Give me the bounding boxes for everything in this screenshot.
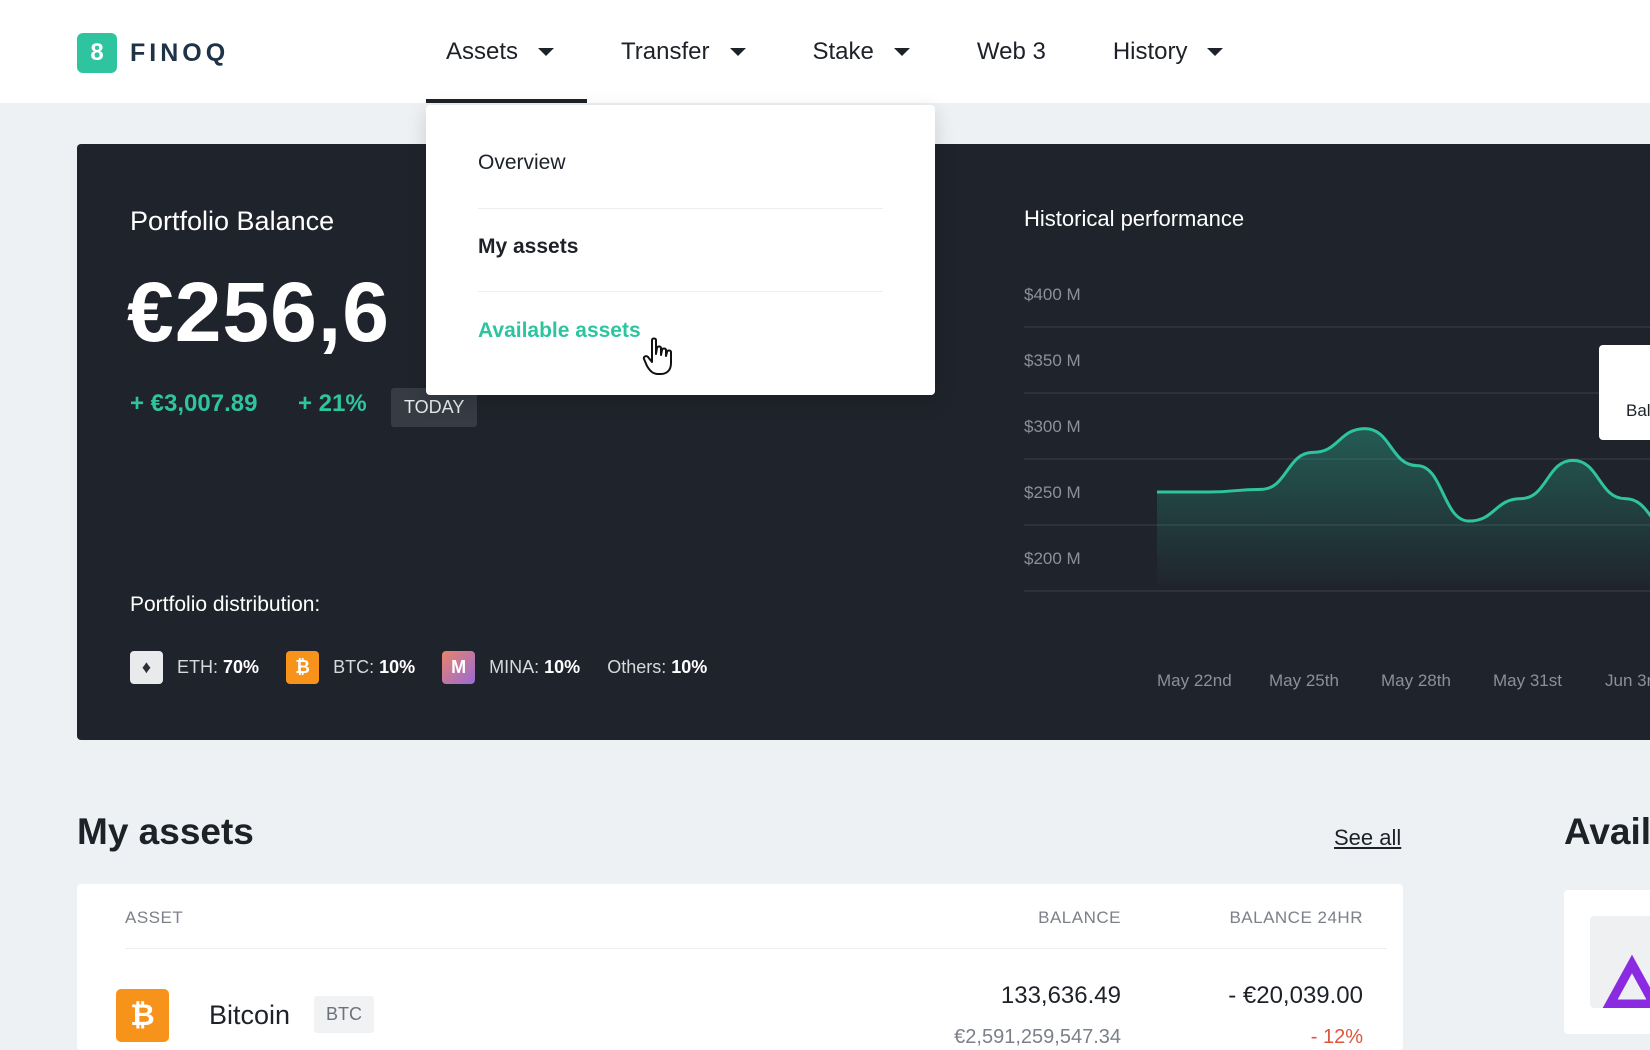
distribution-value: 10% [544,657,581,677]
available-assets-title: Avail [1564,811,1650,852]
x-tick-label: May 22nd [1157,671,1232,690]
nav-item-label: Web 3 [976,38,1046,65]
x-tick-label: May 25th [1269,671,1339,690]
nav-item-label: Stake [812,38,874,65]
available-asset-card[interactable] [1564,890,1650,1034]
asset-change-24h: - €20,039.00 [1228,982,1363,1009]
x-tick-label: Jun 3r [1605,671,1650,690]
header-divider [125,948,1387,949]
y-tick-label: $250 M [1024,483,1081,502]
distribution-item-btc: ₿ BTC: 10% [286,651,415,684]
see-all-link[interactable]: See all [1334,825,1401,851]
column-header-balance: BALANCE [1038,908,1121,927]
bitcoin-icon: ₿ [286,651,320,684]
hand-pointer-cursor-icon [642,337,672,375]
column-header-balance-24hr: BALANCE 24HR [1229,908,1363,927]
distribution-item-mina: M MINA: 10% [442,651,580,684]
asset-change-24h-percent: - 12% [1310,1026,1363,1048]
asset-balance-eur: €2,591,259,547.34 [954,1026,1121,1048]
x-tick-label: May 31st [1493,671,1562,690]
distribution-label: BTC: [333,657,375,677]
distribution-value: 10% [671,657,708,677]
menu-divider [478,291,883,292]
nav-item-history[interactable]: History [1113,32,1224,72]
caret-down-icon [1207,48,1224,56]
series-area [1157,428,1650,591]
portfolio-change-amount: + €3,007.89 [130,390,258,417]
asset-ticker-badge: BTC [314,996,374,1033]
y-tick-label: $400 M [1024,285,1081,304]
nav-item-label: History [1112,38,1188,65]
caret-down-icon [893,48,910,56]
chart-title: Historical performance [1024,206,1245,231]
y-tick-label: $200 M [1024,549,1081,568]
distribution-label: ETH: [177,657,219,677]
my-assets-title: My assets [77,811,254,852]
menu-item-overview[interactable]: Overview [478,151,566,175]
finoa-logo-icon: 8 [77,33,117,73]
caret-down-icon [538,48,555,56]
y-tick-label: $350 M [1024,351,1081,370]
distribution-list: ♦ ETH: 70% ₿ BTC: 10% M MINA: 10% Others… [130,651,734,684]
nav-item-stake[interactable]: Stake [813,32,910,72]
asset-logo-icon [1590,916,1650,1008]
distribution-value: 70% [223,657,260,677]
distribution-item-eth: ♦ ETH: 70% [130,651,259,684]
menu-item-available-assets[interactable]: Available assets [478,319,641,343]
portfolio-change-percent: + 21% [298,390,367,417]
nav-item-transfer[interactable]: Transfer [621,32,746,72]
ethereum-icon: ♦ [130,651,163,684]
column-header-asset: ASSET [125,908,184,927]
tooltip-text: Bal [1626,401,1650,420]
main-nav: Assets Transfer Stake Web 3 History [446,32,1224,72]
top-navigation-bar: 8 FINOQ Assets Transfer Stake Web 3 Hist… [0,0,1650,103]
brand-name: FINOQ [130,38,230,67]
my-assets-table: ASSET BALANCE BALANCE 24HR ₿ Bitcoin BTC… [77,884,1403,1050]
distribution-item-others: Others: 10% [607,657,707,678]
brand-logo[interactable]: 8 FINOQ [77,33,229,73]
distribution-label: MINA: [489,657,540,677]
active-nav-indicator [426,99,587,103]
y-tick-label: $300 M [1024,417,1081,436]
portfolio-balance-amount: €256,6 [127,265,390,359]
menu-item-my-assets[interactable]: My assets [478,235,578,259]
distribution-value: 10% [379,657,416,677]
nav-item-label: Transfer [621,38,710,65]
nav-item-label: Assets [446,38,519,65]
x-tick-label: May 28th [1381,671,1451,690]
nav-item-web3[interactable]: Web 3 [977,32,1046,72]
bitcoin-icon: ₿ [116,989,169,1042]
assets-dropdown-menu: Overview My assets Available assets [426,105,935,395]
portfolio-balance-title: Portfolio Balance [130,206,335,236]
historical-performance-chart: $400 M $350 M $300 M $250 M $200 M May 22nd Ma… [1024,285,1650,690]
chart-tooltip: Bal [1599,345,1650,440]
caret-down-icon [729,48,746,56]
asset-balance: 133,636.49 [1000,982,1121,1009]
menu-divider [478,208,883,209]
distribution-title: Portfolio distribution: [130,593,321,616]
asset-name: Bitcoin [209,1000,291,1030]
distribution-label: Others: [607,657,667,677]
mina-icon: M [442,651,476,684]
nav-item-assets[interactable]: Assets [446,32,555,72]
